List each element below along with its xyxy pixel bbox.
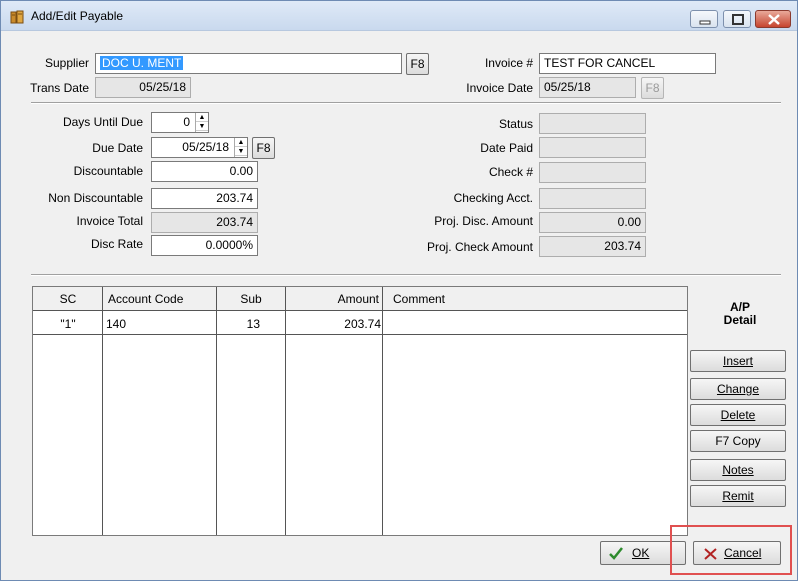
grid-header: SC Account Code Sub Amount Comment	[33, 287, 687, 311]
col-header-sc[interactable]: SC	[33, 292, 103, 306]
due-date-spinner[interactable]: ▲ ▼	[234, 138, 247, 157]
status-field	[539, 113, 646, 134]
remit-button[interactable]: Remit	[690, 485, 786, 507]
minimize-button[interactable]	[690, 10, 718, 28]
invoice-no-input[interactable]: TEST FOR CANCEL	[539, 53, 716, 74]
proj-check-amount-label: Proj. Check Amount	[426, 240, 533, 254]
days-until-due-label: Days Until Due	[62, 115, 143, 129]
non-discountable-input[interactable]: 203.74	[151, 188, 258, 209]
close-button[interactable]	[755, 10, 791, 28]
discountable-input[interactable]: 0.00	[151, 161, 258, 182]
checking-acct-label: Checking Acct.	[453, 191, 533, 205]
invoice-date-lookup-button[interactable]: F8	[641, 77, 664, 99]
trans-date-field: 05/25/18	[95, 77, 191, 98]
due-date-input[interactable]: 05/25/18 ▲ ▼	[151, 137, 248, 158]
spin-down-icon[interactable]: ▼	[235, 147, 247, 156]
column-divider	[382, 287, 383, 535]
discountable-label: Discountable	[73, 164, 143, 178]
maximize-icon	[732, 14, 744, 25]
col-header-amount[interactable]: Amount	[286, 292, 379, 306]
due-date-label: Due Date	[92, 141, 143, 155]
title-bar: Add/Edit Payable	[1, 1, 797, 31]
due-date-lookup-button[interactable]: F8	[252, 137, 275, 159]
col-header-sub[interactable]: Sub	[217, 292, 285, 306]
disc-rate-label: Disc Rate	[90, 237, 143, 251]
invoice-no-label: Invoice #	[484, 56, 533, 70]
minimize-icon	[699, 20, 711, 25]
col-header-comment[interactable]: Comment	[393, 292, 445, 306]
spin-down-icon[interactable]: ▼	[196, 122, 208, 131]
invoice-date-label: Invoice Date	[466, 81, 533, 95]
cell-sc: "1"	[60, 317, 76, 331]
column-divider	[285, 287, 286, 535]
invoice-total-label: Invoice Total	[76, 214, 144, 228]
change-button[interactable]: Change	[690, 378, 786, 400]
cancel-highlight-box	[670, 525, 792, 575]
check-no-label: Check #	[488, 165, 533, 179]
cell-account-code: 140	[106, 317, 127, 331]
disc-rate-input[interactable]: 0.0000%	[151, 235, 258, 256]
non-discountable-label: Non Discountable	[48, 191, 143, 205]
copy-button[interactable]: F7 Copy	[690, 430, 786, 452]
checking-acct-field	[539, 188, 646, 209]
cell-sub: 13	[246, 317, 260, 331]
invoice-date-field: 05/25/18	[539, 77, 636, 98]
proj-check-amount-field: 203.74	[539, 236, 646, 257]
supplier-input[interactable]: DOC U. MENT	[95, 53, 402, 74]
middle-separator	[31, 274, 781, 276]
spin-up-icon[interactable]: ▲	[235, 138, 247, 147]
close-icon	[768, 14, 780, 25]
top-separator	[31, 102, 781, 104]
add-edit-payable-window: Add/Edit Payable Supplier DOC U. MENT F8…	[0, 0, 798, 581]
status-label: Status	[498, 117, 533, 131]
column-divider	[102, 287, 103, 535]
date-paid-label: Date Paid	[480, 141, 533, 155]
days-until-due-input[interactable]: 0 ▲ ▼	[151, 112, 209, 133]
delete-button[interactable]: Delete	[690, 404, 786, 426]
supplier-label: Supplier	[44, 56, 89, 70]
date-paid-field	[539, 137, 646, 158]
days-spinner[interactable]: ▲ ▼	[195, 113, 208, 132]
supplier-lookup-button[interactable]: F8	[406, 53, 429, 75]
check-no-field	[539, 162, 646, 183]
trans-date-label: Trans Date	[30, 81, 89, 95]
ap-detail-grid[interactable]: SC Account Code Sub Amount Comment "1" 1…	[32, 286, 688, 536]
cell-amount: 203.74	[344, 317, 381, 331]
window-title: Add/Edit Payable	[31, 9, 124, 23]
maximize-button[interactable]	[723, 10, 751, 28]
invoice-total-field: 203.74	[151, 212, 258, 233]
proj-disc-amount-label: Proj. Disc. Amount	[434, 214, 533, 228]
table-row[interactable]: "1" 140 13 203.74	[33, 312, 687, 335]
notes-button[interactable]: Notes	[690, 459, 786, 481]
proj-disc-amount-field: 0.00	[539, 212, 646, 233]
ap-detail-title: A/P Detail	[723, 300, 757, 327]
col-header-account-code[interactable]: Account Code	[108, 292, 183, 306]
checkmark-icon	[609, 547, 623, 560]
column-divider	[216, 287, 217, 535]
insert-button[interactable]: Insert	[690, 350, 786, 372]
spin-up-icon[interactable]: ▲	[196, 113, 208, 122]
app-icon	[10, 10, 24, 24]
